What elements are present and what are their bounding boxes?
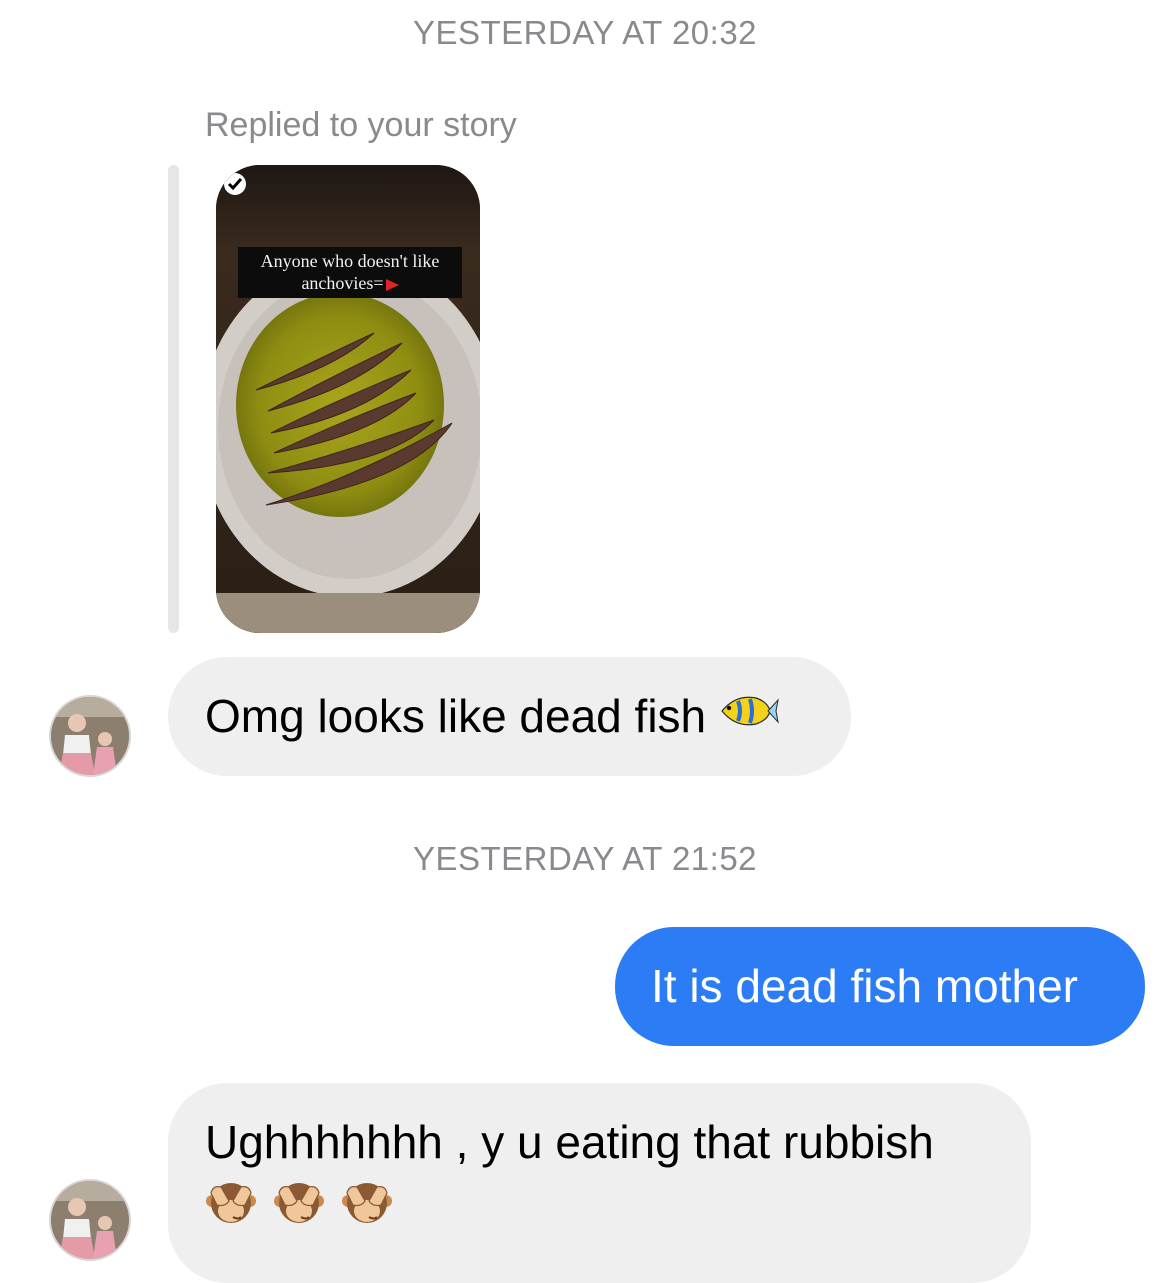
story-caption-line-1: Anyone who doesn't like <box>260 251 440 271</box>
story-caption: Anyone who doesn't like anchovies= <box>238 247 462 298</box>
story-reply-label: Replied to your story <box>205 106 517 144</box>
emoji-row <box>205 1179 1031 1229</box>
message-text: Omg looks like dead fish <box>205 690 707 742</box>
message-text: It is dead fish mother <box>651 960 1078 1012</box>
avatar[interactable] <box>49 695 131 777</box>
story-thumbnail[interactable]: Anyone who doesn't like anchovies= <box>216 165 480 633</box>
avatar[interactable] <box>49 1179 131 1261</box>
message-bubble-incoming[interactable]: Omg looks like dead fish <box>168 657 851 776</box>
avatar-photo <box>51 697 129 775</box>
message-bubble-outgoing[interactable]: It is dead fish mother <box>615 927 1145 1046</box>
timestamp-1: YESTERDAY AT 20:32 <box>412 14 758 51</box>
see-no-evil-monkey-icon <box>206 1183 256 1223</box>
message-bubble-incoming[interactable]: Ughhhhhhh , y u eating that rubbish <box>168 1083 1031 1283</box>
avatar-photo <box>51 1181 129 1259</box>
message-text: Ughhhhhhh , y u eating that rubbish <box>205 1116 934 1168</box>
timestamp-2: YESTERDAY AT 21:52 <box>412 840 758 877</box>
see-no-evil-monkey-icon <box>274 1183 324 1223</box>
tropical-fish-icon <box>718 685 780 747</box>
checkmark-icon <box>224 173 246 195</box>
anchovies-photo <box>216 165 480 633</box>
story-caption-line-2: anchovies= <box>301 273 384 293</box>
story-reply-bar <box>168 165 179 633</box>
red-flag-icon <box>385 278 399 291</box>
see-no-evil-monkey-icon <box>342 1183 392 1223</box>
